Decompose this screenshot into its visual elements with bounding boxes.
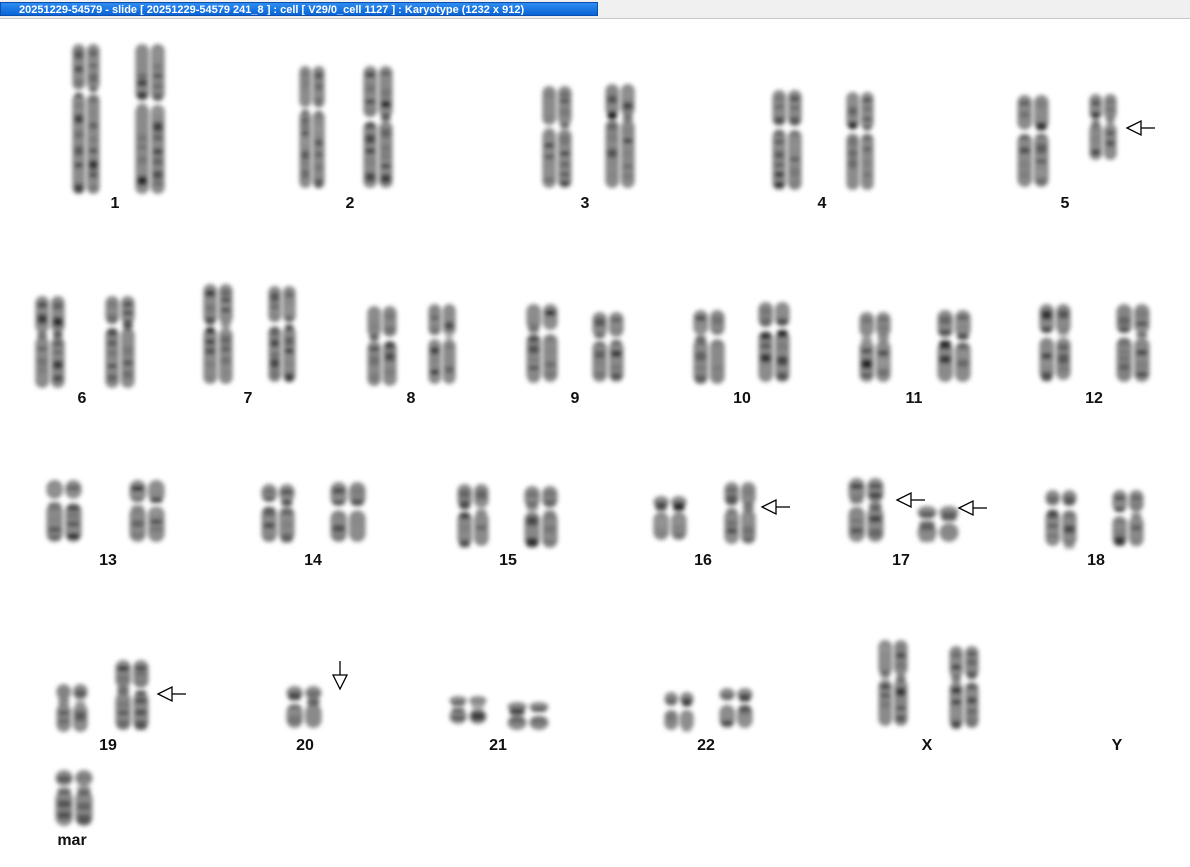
chromosome-15-a xyxy=(457,484,489,548)
chromosome-21-a xyxy=(449,696,487,724)
chromosome-14-b xyxy=(330,482,366,542)
chromosome-label-7: 7 xyxy=(243,390,253,407)
chromosome-1-b xyxy=(135,44,165,194)
chromosome-19-a xyxy=(56,684,88,732)
chromosome-label-19: 19 xyxy=(99,737,117,754)
chromosome-5-b xyxy=(1089,94,1117,160)
chromosome-10-b xyxy=(758,302,790,382)
chromosome-11-a xyxy=(859,312,891,382)
chromosome-4-b xyxy=(846,92,874,190)
title-bar: 20251229-54579 - slide [ 20251229-54579 … xyxy=(0,0,1190,19)
chromosome-13-b xyxy=(129,480,165,542)
chromosome-label-16: 16 xyxy=(694,552,712,569)
chromosome-2-b xyxy=(363,66,393,188)
chromosome-label-13: 13 xyxy=(99,552,117,569)
chromosome-11-b xyxy=(937,310,971,382)
chromosome-X-a xyxy=(878,640,908,726)
chromosome-label-10: 10 xyxy=(733,390,751,407)
chromosome-label-20: 20 xyxy=(296,737,314,754)
arrow-left-icon xyxy=(895,491,925,509)
chromosome-3-a xyxy=(542,86,572,188)
chromosome-22-a xyxy=(664,692,694,732)
chromosome-16-b xyxy=(724,482,756,544)
chromosome-18-b xyxy=(1112,490,1144,547)
chromosome-19-b xyxy=(115,660,149,730)
chromosome-label-3: 3 xyxy=(580,195,590,212)
chromosome-label-5: 5 xyxy=(1060,195,1070,212)
chromosome-label-4: 4 xyxy=(817,195,827,212)
chromosome-label-mar: mar xyxy=(57,832,87,849)
chromosome-label-9: 9 xyxy=(570,390,580,407)
chromosome-label-11: 11 xyxy=(905,390,923,407)
chromosome-label-6: 6 xyxy=(77,390,87,407)
chromosome-22-b xyxy=(719,688,753,728)
arrow-down-icon xyxy=(331,661,349,691)
chromosome-7-b xyxy=(268,286,296,383)
chromosome-8-a xyxy=(367,306,397,386)
chromosome-label-2: 2 xyxy=(345,195,355,212)
chromosome-label-y: Y xyxy=(1111,737,1123,754)
window-title[interactable]: 20251229-54579 - slide [ 20251229-54579 … xyxy=(0,2,598,16)
chromosome-14-a xyxy=(261,484,295,543)
chromosome-9-a xyxy=(526,304,558,384)
chromosome-18-a xyxy=(1045,490,1077,550)
chromosome-label-21: 21 xyxy=(489,737,507,754)
chromosome-13-a xyxy=(46,480,82,542)
chromosome-label-18: 18 xyxy=(1087,552,1105,569)
chromosome-label-x: X xyxy=(921,737,933,754)
chromosome-20-a xyxy=(286,686,322,728)
chromosome-7-a xyxy=(203,284,233,384)
chromosome-4-a xyxy=(772,90,802,190)
chromosome-label-14: 14 xyxy=(304,552,322,569)
chromosome-5-a xyxy=(1017,95,1049,187)
chromosome-17-b xyxy=(917,506,959,543)
chromosome-3-b xyxy=(605,84,635,188)
chromosome-6-b xyxy=(105,296,135,388)
chromosome-mar-a xyxy=(55,770,93,826)
chromosome-15-b xyxy=(524,486,558,548)
chromosome-17-a xyxy=(848,478,884,542)
chromosome-X-b xyxy=(949,646,979,729)
chromosome-6-a xyxy=(35,296,65,388)
chromosome-label-12: 12 xyxy=(1085,390,1103,407)
chromosome-10-a xyxy=(693,310,725,384)
chromosome-12-b xyxy=(1116,304,1150,382)
arrow-left-icon xyxy=(957,499,987,517)
arrow-left-icon xyxy=(156,685,186,703)
chromosome-label-1: 1 xyxy=(110,195,120,212)
arrow-left-icon xyxy=(1125,119,1155,137)
chromosome-12-a xyxy=(1039,304,1071,382)
karyogram xyxy=(35,44,1155,826)
chromosome-9-b xyxy=(592,312,624,382)
chromosome-2-a xyxy=(299,66,325,189)
chromosome-label-15: 15 xyxy=(499,552,517,569)
chromosome-label-17: 17 xyxy=(892,552,910,569)
chromosome-16-a xyxy=(653,496,687,540)
chromosome-8-b xyxy=(428,304,456,384)
chromosome-label-8: 8 xyxy=(406,390,416,407)
chromosome-1-a xyxy=(72,44,100,194)
chromosome-21-b xyxy=(507,702,549,730)
arrow-left-icon xyxy=(760,498,790,516)
chromosome-label-22: 22 xyxy=(697,737,715,754)
